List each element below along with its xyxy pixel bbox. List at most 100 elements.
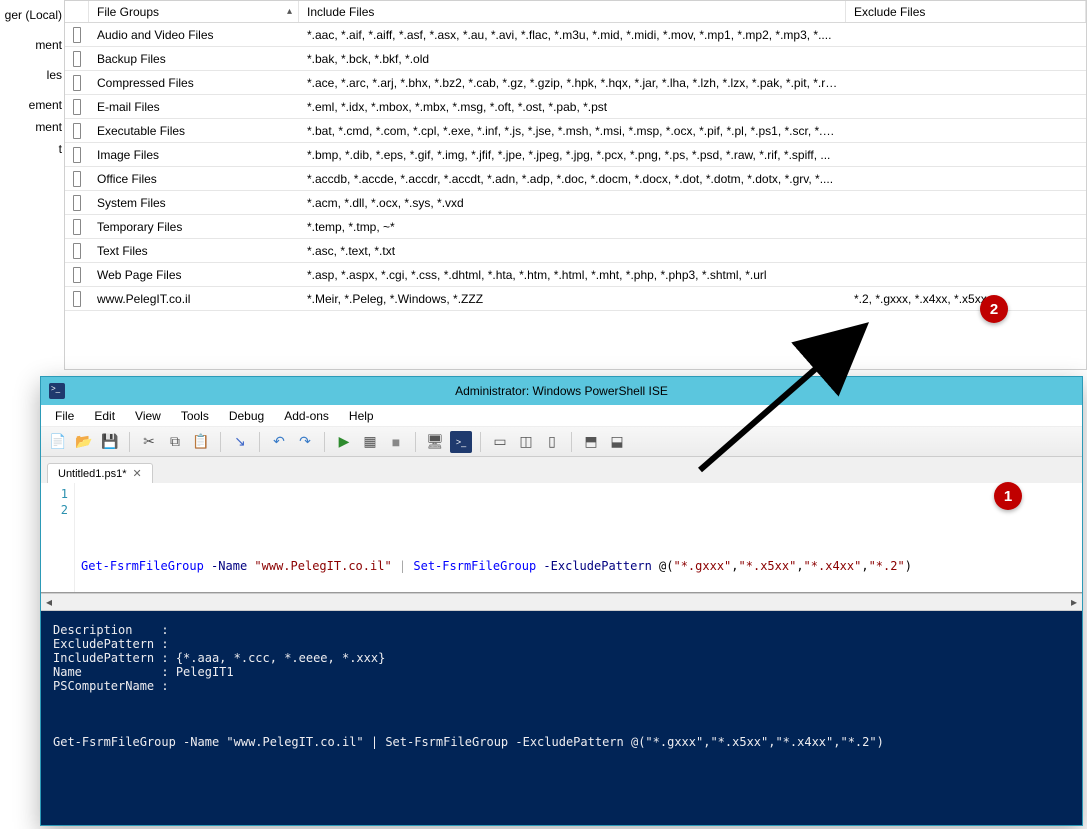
undo-icon[interactable]: ↶ [268,431,290,453]
save-icon[interactable]: 💾 [99,431,121,453]
header-icon-col[interactable] [65,1,89,22]
row-include: *.asp, *.aspx, *.cgi, *.css, *.dhtml, *.… [299,266,846,284]
menu-tools[interactable]: Tools [173,407,217,425]
menu-view[interactable]: View [127,407,169,425]
powershell-ise-window: Administrator: Windows PowerShell ISE Fi… [40,376,1083,826]
row-exclude [846,81,1086,85]
cut-icon[interactable]: ✂ [138,431,160,453]
code-line-1 [81,515,912,531]
line-num: 2 [41,503,68,519]
row-name: System Files [89,194,299,212]
ps-console-icon[interactable]: >_ [450,431,472,453]
table-row[interactable]: System Files*.acm, *.dll, *.ocx, *.sys, … [65,191,1086,215]
file-icon [65,265,89,285]
sort-asc-icon: ▴ [287,6,292,17]
editor-tabbar: Untitled1.ps1* ✕ [41,457,1082,483]
command-pane-icon[interactable]: ⬓ [606,431,628,453]
header-name[interactable]: File Groups ▴ [89,1,299,22]
stop-icon[interactable]: ■ [385,431,407,453]
table-row[interactable]: Executable Files*.bat, *.cmd, *.com, *.c… [65,119,1086,143]
menu-edit[interactable]: Edit [86,407,123,425]
console-pane[interactable]: Description : ExcludePattern : IncludePa… [41,611,1082,825]
tree-item[interactable]: ger (Local) [0,4,64,26]
run-selection-icon[interactable]: ▦ [359,431,381,453]
remote-icon[interactable]: 🖥 [424,431,446,453]
row-exclude [846,105,1086,109]
file-icon [65,97,89,117]
scroll-left-icon[interactable]: ◂ [41,595,57,609]
header-exclude[interactable]: Exclude Files [846,1,1086,22]
table-row[interactable]: Office Files*.accdb, *.accde, *.accdr, *… [65,167,1086,191]
tree-item[interactable] [0,86,64,94]
row-name: Temporary Files [89,218,299,236]
row-include: *.Meir, *.Peleg, *.Windows, *.ZZZ [299,290,846,308]
header-include[interactable]: Include Files [299,1,846,22]
close-tab-icon[interactable]: ✕ [133,467,142,480]
open-file-icon[interactable]: 📂 [73,431,95,453]
file-icon [65,145,89,165]
file-icon [65,49,89,69]
row-exclude [846,249,1086,253]
tree-item[interactable]: ment [0,34,64,56]
row-include: *.eml, *.idx, *.mbox, *.mbx, *.msg, *.of… [299,98,846,116]
row-name: Web Page Files [89,266,299,284]
row-name: Executable Files [89,122,299,140]
layout-2-icon[interactable]: ◫ [515,431,537,453]
row-name: www.PelegIT.co.il [89,290,299,308]
row-include: *.acm, *.dll, *.ocx, *.sys, *.vxd [299,194,846,212]
row-include: *.bat, *.cmd, *.com, *.cpl, *.exe, *.inf… [299,122,846,140]
table-row[interactable]: Audio and Video Files*.aac, *.aif, *.aif… [65,23,1086,47]
paste-icon[interactable]: 📋 [190,431,212,453]
table-row[interactable]: Backup Files*.bak, *.bck, *.bkf, *.old [65,47,1086,71]
layout-3-icon[interactable]: ▯ [541,431,563,453]
tree-item[interactable] [0,56,64,64]
row-exclude [846,153,1086,157]
table-row[interactable]: Temporary Files*.temp, *.tmp, ~* [65,215,1086,239]
tree-item[interactable]: ement [0,94,64,116]
run-icon[interactable]: ▶ [333,431,355,453]
tree-item[interactable]: t [0,138,64,160]
table-row[interactable]: Text Files*.asc, *.text, *.txt [65,239,1086,263]
command-addon-icon[interactable]: ⬒ [580,431,602,453]
menu-addons[interactable]: Add-ons [276,407,337,425]
table-row[interactable]: Compressed Files*.ace, *.arc, *.arj, *.b… [65,71,1086,95]
redo-icon[interactable]: ↷ [294,431,316,453]
editor-tab-label: Untitled1.ps1* [58,468,127,480]
grid-header: File Groups ▴ Include Files Exclude File… [65,1,1086,23]
table-row[interactable]: E-mail Files*.eml, *.idx, *.mbox, *.mbx,… [65,95,1086,119]
row-exclude: *.2, *.gxxx, *.x4xx, *.x5xx [846,290,1086,308]
table-row[interactable]: Image Files*.bmp, *.dib, *.eps, *.gif, *… [65,143,1086,167]
row-include: *.accdb, *.accde, *.accdr, *.accdt, *.ad… [299,170,846,188]
file-icon [65,289,89,309]
row-name: Office Files [89,170,299,188]
line-gutter: 1 2 [41,483,75,592]
menu-help[interactable]: Help [341,407,382,425]
new-file-icon[interactable]: 📄 [47,431,69,453]
tree-item[interactable]: les [0,64,64,86]
window-titlebar[interactable]: Administrator: Windows PowerShell ISE [41,377,1082,405]
nav-tree[interactable]: ger (Local) ment les ement ment t [0,0,65,370]
copy-icon[interactable]: ⧉ [164,431,186,453]
table-row[interactable]: Web Page Files*.asp, *.aspx, *.cgi, *.cs… [65,263,1086,287]
code-area[interactable]: Get-FsrmFileGroup -Name "www.PelegIT.co.… [75,483,918,592]
script-editor[interactable]: 1 2 Get-FsrmFileGroup -Name "www.PelegIT… [41,483,1082,593]
file-icon [65,217,89,237]
clear-icon[interactable]: ↘ [229,431,251,453]
menu-debug[interactable]: Debug [221,407,272,425]
layout-1-icon[interactable]: ▭ [489,431,511,453]
menu-file[interactable]: File [47,407,82,425]
editor-scrollbar[interactable]: ◂ ▸ [41,593,1082,611]
editor-tab[interactable]: Untitled1.ps1* ✕ [47,463,153,483]
row-include: *.bak, *.bck, *.bkf, *.old [299,50,846,68]
file-icon [65,73,89,93]
tree-item[interactable] [0,26,64,34]
file-icon [65,121,89,141]
line-num: 1 [41,487,68,503]
row-name: Text Files [89,242,299,260]
scroll-right-icon[interactable]: ▸ [1066,595,1082,609]
row-include: *.asc, *.text, *.txt [299,242,846,260]
tree-item[interactable]: ment [0,116,64,138]
file-groups-grid: File Groups ▴ Include Files Exclude File… [65,0,1087,370]
table-row[interactable]: www.PelegIT.co.il*.Meir, *.Peleg, *.Wind… [65,287,1086,311]
row-name: Image Files [89,146,299,164]
